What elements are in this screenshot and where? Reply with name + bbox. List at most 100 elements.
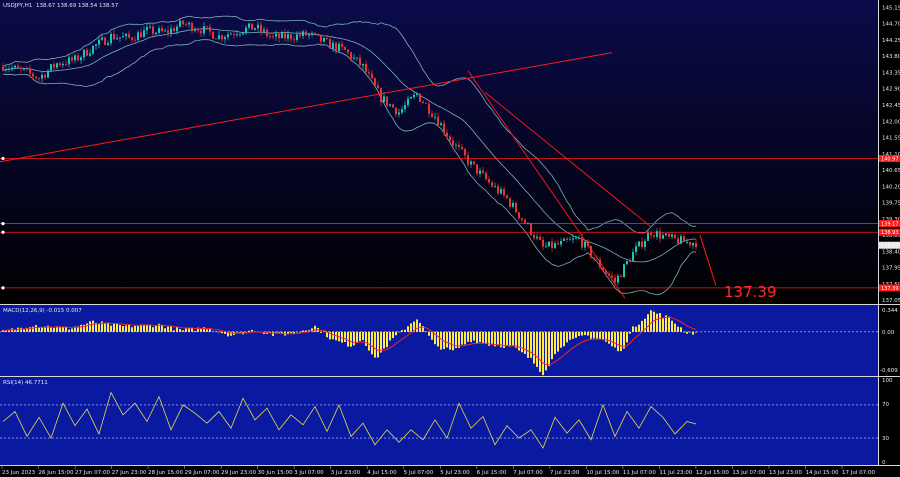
macd-bar — [380, 331, 382, 353]
macd-bar — [356, 331, 358, 343]
price-tick-label: 138.40 — [882, 249, 900, 255]
macd-bar — [479, 331, 481, 343]
candle-body — [152, 26, 154, 35]
macd-bar — [692, 331, 694, 335]
candle-body — [374, 78, 376, 86]
candle-body — [377, 85, 379, 89]
candle-body — [545, 246, 547, 248]
macd-bar — [578, 331, 580, 337]
price-tick-label: 142.90 — [882, 87, 900, 93]
candle-body — [89, 53, 91, 56]
macd-bar — [476, 331, 478, 344]
candle-body — [683, 236, 685, 242]
candle-body — [275, 33, 277, 37]
candle-body — [497, 186, 499, 194]
macd-bar — [647, 314, 649, 332]
macd-bar — [656, 313, 658, 332]
candle-body — [197, 30, 199, 32]
macd-bar — [551, 331, 553, 360]
candle-body — [575, 237, 577, 239]
candle-body — [215, 38, 217, 40]
candle-body — [383, 96, 385, 103]
candle-body — [581, 237, 583, 248]
macd-bar — [515, 331, 517, 348]
candle-body — [335, 42, 337, 51]
macd-bar — [617, 331, 619, 352]
candle-body — [398, 112, 400, 115]
candle-body — [473, 161, 475, 165]
candle-body — [263, 29, 265, 32]
candle-body — [392, 104, 394, 108]
candle-body — [551, 241, 553, 248]
candle-body — [287, 34, 289, 39]
candle-body — [200, 30, 202, 34]
candle-body — [419, 93, 421, 102]
macd-bar — [188, 328, 190, 332]
candle-body — [44, 74, 46, 78]
macd-bar — [362, 331, 364, 340]
candle-body — [524, 219, 526, 224]
macd-bar — [71, 328, 73, 332]
candle-body — [149, 26, 151, 28]
candle-body — [638, 241, 640, 247]
candle-body — [53, 64, 55, 68]
candle-body — [77, 55, 79, 61]
support-callout: 137.39 — [724, 283, 777, 301]
macd-bar — [557, 331, 559, 352]
candle-body — [323, 38, 325, 42]
candle-body — [260, 24, 262, 32]
candle-body — [536, 236, 538, 239]
candle-body — [608, 273, 610, 276]
price-tick-label: 143.35 — [882, 70, 900, 76]
macd-bar — [398, 331, 400, 333]
candle-body — [542, 239, 544, 247]
candle-body — [272, 36, 274, 38]
candle-body — [350, 52, 352, 59]
time-tick-label: 11 Jul 23:00 — [659, 470, 692, 476]
macd-bar — [110, 325, 112, 332]
macd-bar — [113, 323, 115, 332]
candle-body — [191, 22, 193, 32]
macd-bar — [122, 326, 124, 332]
rsi-scale-70: 70 — [882, 402, 889, 408]
time-tick-label: 12 Jul 15:00 — [696, 470, 729, 476]
candle-body — [548, 241, 550, 247]
macd-bar — [689, 331, 691, 333]
candle-body — [257, 24, 259, 29]
candle-body — [410, 97, 412, 99]
candle-body — [359, 57, 361, 66]
candle-body — [593, 257, 595, 260]
candle-body — [329, 39, 331, 49]
macd-bar — [320, 331, 322, 333]
macd-bar — [236, 331, 238, 333]
macd-scale-zero: 0.00 — [882, 330, 895, 336]
candle-body — [503, 189, 505, 196]
price-tick-label: 142.00 — [882, 119, 900, 125]
candle-body — [155, 32, 157, 35]
macd-bar — [437, 331, 439, 347]
price-tick-label: 143.80 — [882, 54, 900, 60]
trading-terminal: USDJPY,H1 138.67 138.69 138.54 138.57 MA… — [0, 0, 900, 477]
candle-body — [353, 57, 355, 59]
candle-body — [431, 113, 433, 117]
macd-bar — [668, 316, 670, 332]
candle-body — [5, 69, 7, 71]
macd-bar — [170, 325, 172, 332]
price-tick-label: 144.25 — [882, 38, 900, 44]
candle-body — [47, 70, 49, 78]
macd-bar — [392, 331, 394, 339]
macd-bar — [344, 331, 346, 342]
macd-bar — [149, 324, 151, 332]
candle-body — [671, 234, 673, 237]
macd-bar — [245, 331, 247, 333]
candle-body — [674, 234, 676, 239]
macd-bar — [533, 331, 535, 364]
candle-body — [134, 39, 136, 41]
price-tick-label: 145.15 — [882, 5, 900, 11]
candle-body — [248, 23, 250, 28]
chart-canvas[interactable]: USDJPY,H1 138.67 138.69 138.54 138.57 MA… — [0, 0, 900, 477]
candle-body — [605, 270, 607, 274]
candle-body — [386, 96, 388, 106]
candle-body — [479, 170, 481, 174]
macd-bar — [677, 326, 679, 332]
